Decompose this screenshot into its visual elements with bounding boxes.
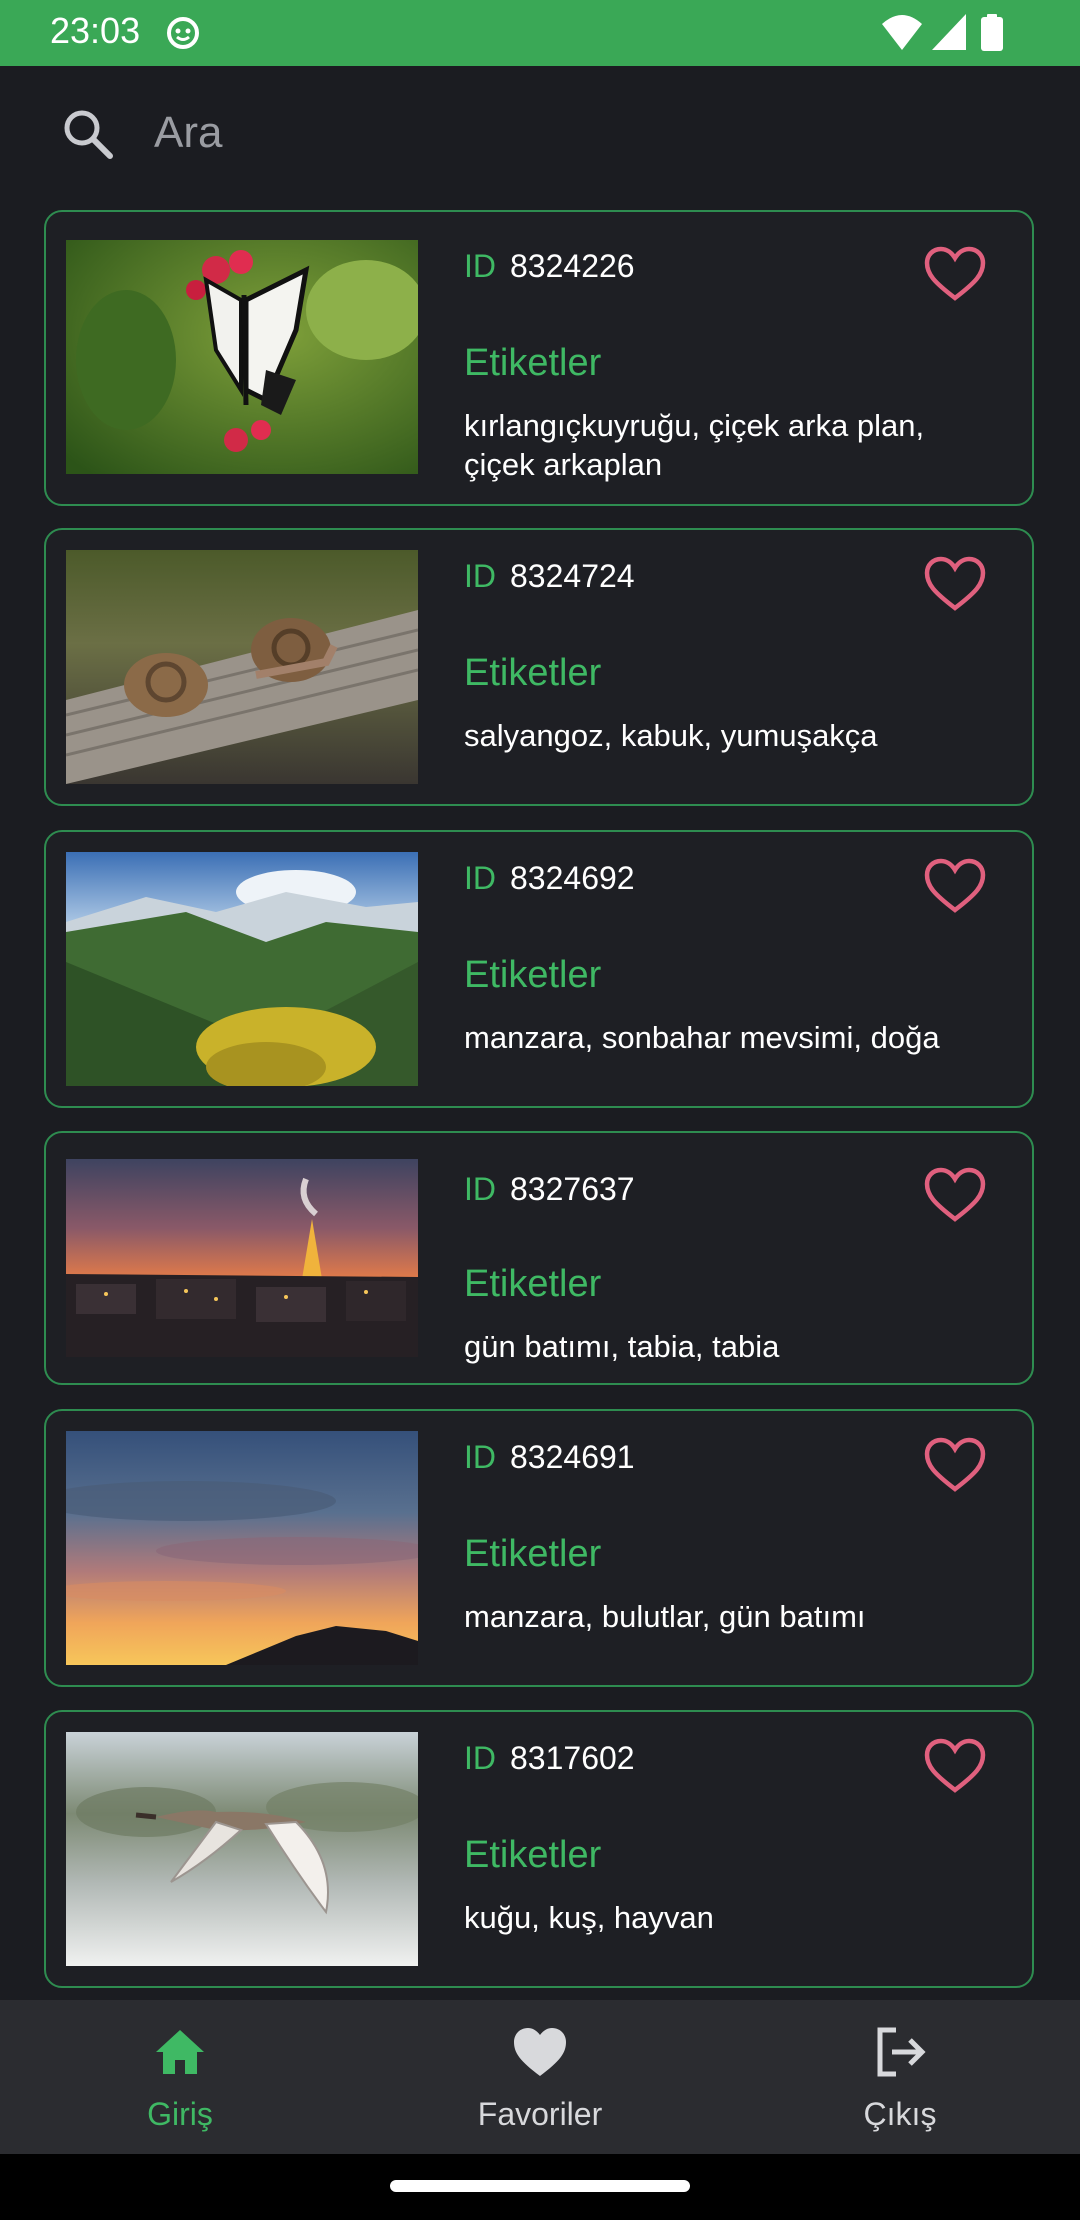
tags-label: Etiketler bbox=[464, 342, 602, 384]
image-id: ID 8317602 bbox=[464, 1740, 635, 1776]
nav-home-label[interactable]: Giriş bbox=[0, 2096, 360, 2133]
image-id: ID 8324691 bbox=[464, 1439, 635, 1475]
tags-value: gün batımı, tabia, tabia bbox=[464, 1329, 780, 1364]
search-bar[interactable]: Ara bbox=[0, 66, 1080, 206]
heart-outline-icon[interactable] bbox=[924, 1437, 986, 1498]
search-input[interactable]: Ara bbox=[154, 108, 222, 158]
wifi-icon bbox=[880, 12, 924, 57]
image-card[interactable]: ID 8327637 Etiketler gün batımı, tabia, t… bbox=[44, 1131, 1034, 1385]
image-card[interactable]: ID 8317602 Etiketler kuğu, kuş, hayvan bbox=[44, 1710, 1034, 1988]
tags-label: Etiketler bbox=[464, 1263, 602, 1305]
nav-favorites[interactable]: Favoriler bbox=[360, 2000, 720, 2154]
image-card[interactable]: ID 8324226 Etiketler kırlangıçkuyruğu, çi… bbox=[44, 210, 1034, 506]
status-bar: 23:03 bbox=[0, 0, 1080, 66]
tags-value: manzara, sonbahar mevsimi, doğa bbox=[464, 1020, 940, 1055]
signal-icon bbox=[930, 12, 968, 57]
home-indicator[interactable] bbox=[390, 2180, 690, 2192]
heart-outline-icon[interactable] bbox=[924, 556, 986, 617]
cloudy-sunset-photo[interactable] bbox=[66, 1431, 418, 1665]
tags-value: salyangoz, kabuk, yumuşakça bbox=[464, 718, 878, 753]
nav-favorites-label[interactable]: Favoriler bbox=[360, 2096, 720, 2133]
eiffel-sunset-photo[interactable] bbox=[66, 1159, 418, 1357]
heart-outline-icon[interactable] bbox=[924, 858, 986, 919]
battery-icon bbox=[980, 14, 1004, 57]
tags-label: Etiketler bbox=[464, 954, 602, 996]
bottom-navigation: Giriş Favoriler Çıkış bbox=[0, 2000, 1080, 2154]
tags-value: manzara, bulutlar, gün batımı bbox=[464, 1599, 866, 1634]
heart-icon[interactable] bbox=[512, 2024, 568, 2085]
search-icon[interactable] bbox=[60, 106, 116, 167]
home-icon[interactable] bbox=[152, 2024, 208, 2085]
image-id: ID 8327637 bbox=[464, 1171, 635, 1207]
mountain-valley-photo[interactable] bbox=[66, 852, 418, 1086]
tags-label: Etiketler bbox=[464, 1834, 602, 1876]
snail-photo[interactable] bbox=[66, 550, 418, 784]
status-time: 23:03 bbox=[50, 10, 141, 51]
tags-value: kuğu, kuş, hayvan bbox=[464, 1900, 714, 1935]
image-card[interactable]: ID 8324692 Etiketler manzara, sonbahar me… bbox=[44, 830, 1034, 1108]
image-id: ID 8324724 bbox=[464, 558, 635, 594]
tags-label: Etiketler bbox=[464, 1533, 602, 1575]
image-card[interactable]: ID 8324691 Etiketler manzara, bulutlar, g… bbox=[44, 1409, 1034, 1687]
nav-logout-label[interactable]: Çıkış bbox=[720, 2096, 1080, 2133]
gesture-bar bbox=[0, 2154, 1080, 2220]
tags-value: kırlangıçkuyruğu, çiçek arka plan, çiçek… bbox=[464, 408, 925, 482]
heart-outline-icon[interactable] bbox=[924, 1738, 986, 1799]
nav-logout[interactable]: Çıkış bbox=[720, 2000, 1080, 2154]
image-id: ID 8324226 bbox=[464, 248, 635, 284]
image-card[interactable]: ID 8324724 Etiketler salyangoz, kabuk, yu… bbox=[44, 528, 1034, 806]
image-id: ID 8324692 bbox=[464, 860, 635, 896]
logout-icon[interactable] bbox=[872, 2024, 928, 2085]
heart-outline-icon[interactable] bbox=[924, 1167, 986, 1228]
app-notification-icon bbox=[166, 16, 200, 55]
nav-home[interactable]: Giriş bbox=[0, 2000, 360, 2154]
heart-outline-icon[interactable] bbox=[924, 246, 986, 307]
tags-label: Etiketler bbox=[464, 652, 602, 694]
swan-photo[interactable] bbox=[66, 1732, 418, 1966]
butterfly-photo[interactable] bbox=[66, 240, 418, 474]
